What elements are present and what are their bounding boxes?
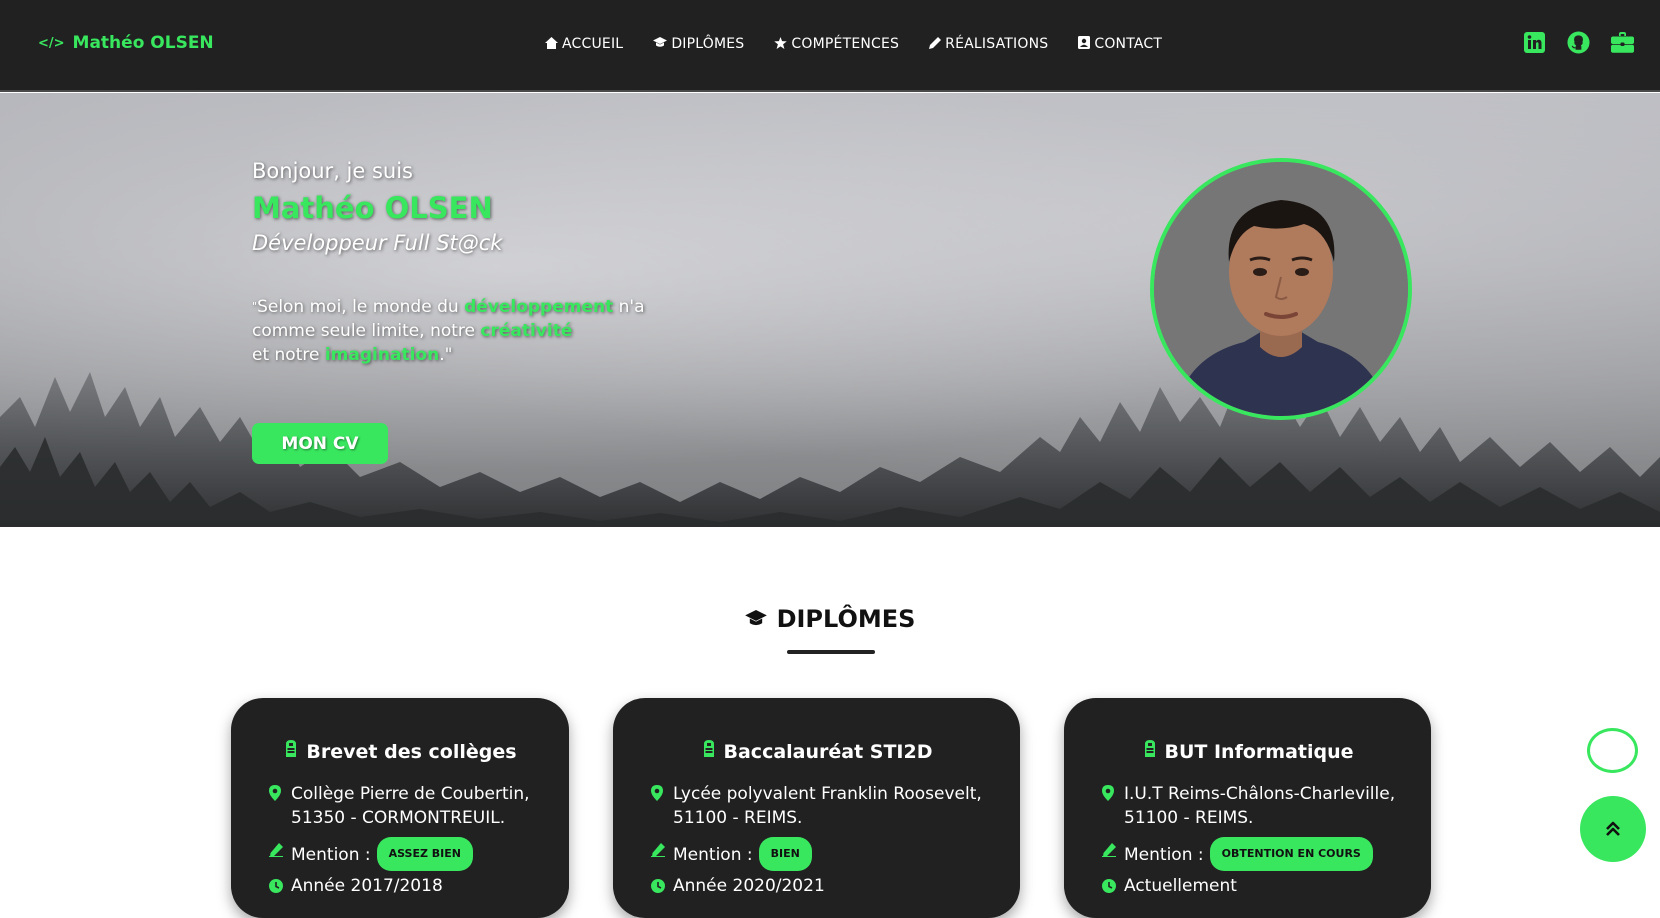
github-icon — [1566, 30, 1590, 54]
mention-label: Mention : — [673, 845, 753, 865]
hero-banner: Bonjour, je suis Mathéo OLSEN Développeu… — [0, 93, 1660, 527]
nav-accueil[interactable]: ACCUEIL — [545, 36, 623, 52]
section-underline — [787, 650, 875, 654]
navbar: </> Mathéo OLSEN ACCUEIL DIPLÔMES COMPÉT… — [0, 0, 1660, 92]
diploma-card-bac: Baccalauréat STI2D Lycée polyvalent Fran… — [613, 698, 1020, 918]
hero-name: Mathéo OLSEN — [252, 191, 493, 225]
location-line-2: 51100 - REIMS. — [1124, 808, 1254, 828]
profile-photo — [1150, 158, 1412, 420]
map-pin-icon — [651, 785, 665, 809]
quote-highlight-1: développement — [464, 297, 614, 317]
social-links — [1522, 30, 1634, 54]
nav-realisations-label: RÉALISATIONS — [945, 36, 1049, 52]
diploma-location: I.U.T Reims-Châlons-Charleville, 51100 - … — [1102, 782, 1395, 830]
portfolio-link[interactable] — [1610, 30, 1634, 54]
scroll-to-top-button[interactable] — [1580, 796, 1646, 862]
year-text: Année 2020/2021 — [673, 876, 825, 896]
home-icon — [545, 36, 558, 52]
location-line-1: I.U.T Reims-Châlons-Charleville, — [1124, 784, 1396, 804]
github-link[interactable] — [1566, 30, 1590, 54]
nav-diplomes-label: DIPLÔMES — [671, 36, 745, 52]
diploma-title-text: BUT Informatique — [1164, 740, 1354, 763]
star-icon — [774, 36, 788, 52]
hero-intro: Bonjour, je suis Mathéo OLSEN Développeu… — [252, 159, 652, 367]
nav-competences[interactable]: COMPÉTENCES — [774, 36, 899, 52]
year-text: Année 2017/2018 — [291, 876, 443, 896]
diploma-mention: Mention : OBTENTION EN COURS — [1102, 837, 1373, 872]
double-chevron-up-icon — [1606, 821, 1620, 836]
mention-label: Mention : — [1124, 845, 1204, 865]
school-icon — [283, 740, 299, 763]
linkedin-icon — [1523, 31, 1545, 53]
quote-close: ." — [439, 345, 453, 365]
location-line-1: Lycée polyvalent Franklin Roosevelt, — [673, 784, 982, 804]
graduation-cap-icon — [653, 37, 668, 51]
forest-background — [0, 372, 1660, 527]
quote-highlight-2: créativité — [480, 321, 573, 341]
quote-part-1: Selon moi, le monde du — [257, 297, 465, 317]
nav-realisations[interactable]: RÉALISATIONS — [929, 36, 1048, 52]
pencil-icon — [651, 841, 665, 865]
nav-accueil-label: ACCUEIL — [562, 36, 624, 52]
clock-icon — [269, 877, 283, 901]
diploma-mention: Mention : BIEN — [651, 837, 812, 872]
pen-icon — [929, 36, 942, 52]
diploma-mention: Mention : ASSEZ BIEN — [269, 837, 473, 872]
diploma-year: Année 2020/2021 — [651, 874, 825, 901]
quote-part-3: et notre — [252, 345, 325, 365]
linkedin-link[interactable] — [1522, 30, 1546, 54]
diploma-card-but: BUT Informatique I.U.T Reims-Châlons-Cha… — [1064, 698, 1431, 918]
nav-links: ACCUEIL DIPLÔMES COMPÉTENCES RÉALISATION… — [545, 36, 1162, 52]
diploma-title-text: Baccalauréat STI2D — [723, 740, 933, 763]
nav-competences-label: COMPÉTENCES — [791, 36, 900, 52]
cv-button[interactable]: MON CV — [252, 423, 388, 464]
nav-contact-label: CONTACT — [1094, 36, 1163, 52]
diploma-title: Baccalauréat STI2D — [613, 740, 1020, 763]
hero-quote: "Selon moi, le monde du développement n'… — [252, 295, 652, 367]
section-title-text: DIPLÔMES — [776, 605, 916, 633]
location-line-1: Collège Pierre de Coubertin, — [291, 784, 530, 804]
location-line-2: 51350 - CORMONTREUIL. — [291, 808, 506, 828]
hero-role: Développeur Full St@ck — [252, 231, 503, 255]
diploma-location: Collège Pierre de Coubertin, 51350 - CORM… — [269, 782, 530, 830]
brand-link[interactable]: </> Mathéo OLSEN — [38, 33, 214, 53]
greeting-text: Bonjour, je suis — [252, 159, 413, 183]
floating-ring-button[interactable] — [1587, 728, 1638, 773]
diploma-title: Brevet des collèges — [231, 740, 569, 763]
pencil-icon — [269, 841, 283, 865]
brand-name: Mathéo OLSEN — [72, 33, 214, 53]
diploma-title: BUT Informatique — [1064, 740, 1431, 763]
clock-icon — [1102, 877, 1116, 901]
quote-highlight-3: imagination — [324, 345, 440, 365]
school-icon — [1142, 740, 1158, 763]
diploma-title-text: Brevet des collèges — [306, 740, 517, 763]
code-icon: </> — [38, 35, 65, 51]
diploma-year: Actuellement — [1102, 874, 1237, 901]
nav-diplomes[interactable]: DIPLÔMES — [653, 36, 744, 52]
school-icon — [701, 740, 717, 763]
diploma-year: Année 2017/2018 — [269, 874, 443, 901]
mention-badge: ASSEZ BIEN — [376, 837, 473, 871]
section-title: DIPLÔMES — [0, 605, 1660, 633]
pencil-icon — [1102, 841, 1116, 865]
map-pin-icon — [1102, 785, 1116, 809]
diploma-location: Lycée polyvalent Franklin Roosevelt, 5110… — [651, 782, 982, 830]
briefcase-icon — [1610, 31, 1634, 53]
graduation-cap-icon — [744, 605, 767, 633]
nav-contact[interactable]: CONTACT — [1078, 36, 1162, 52]
location-line-2: 51100 - REIMS. — [673, 808, 803, 828]
diploma-card-brevet: Brevet des collèges Collège Pierre de Co… — [231, 698, 569, 918]
year-text: Actuellement — [1124, 876, 1237, 896]
mention-label: Mention : — [291, 845, 371, 865]
mention-badge: OBTENTION EN COURS — [1209, 837, 1373, 871]
mention-badge: BIEN — [758, 837, 812, 871]
clock-icon — [651, 877, 665, 901]
contact-card-icon — [1078, 36, 1091, 52]
map-pin-icon — [269, 785, 283, 809]
